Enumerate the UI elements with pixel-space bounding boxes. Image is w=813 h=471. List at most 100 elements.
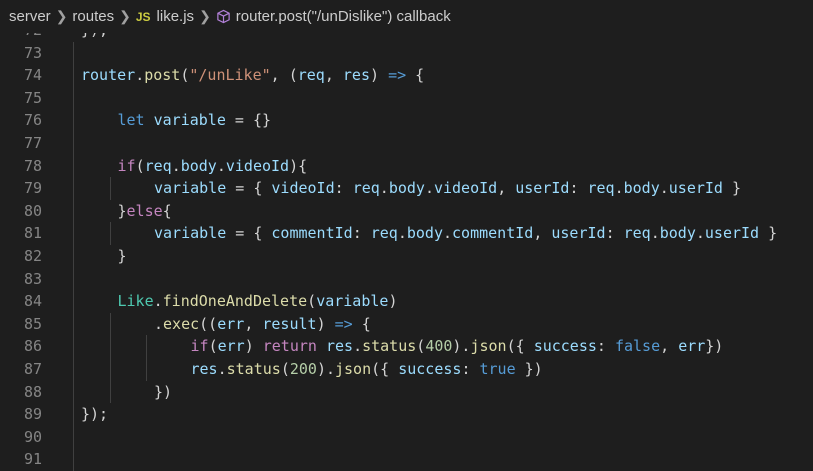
method-cube-icon <box>216 9 231 24</box>
indent-guide <box>73 425 74 449</box>
code-token: json <box>470 337 507 356</box>
code-token: , <box>497 179 516 198</box>
code-token: }); <box>81 405 109 424</box>
code-token: = { <box>226 224 272 243</box>
breadcrumb-item-file[interactable]: like.js <box>157 8 195 25</box>
code-token: ) <box>316 314 335 333</box>
code-line[interactable]: 91 <box>0 448 813 471</box>
chevron-right-icon: ❯ <box>55 8 68 24</box>
code-text: variable = { commentId: req.body.comment… <box>154 222 777 245</box>
breadcrumb-item-routes[interactable]: routes <box>72 8 114 25</box>
code-token: => <box>388 66 407 85</box>
code-token: body <box>180 156 217 175</box>
line-number: 83 <box>23 269 42 288</box>
code-token: videoId <box>433 179 498 198</box>
line-number: 73 <box>23 43 42 62</box>
code-token: , <box>533 224 552 243</box>
indent-guide <box>73 380 74 404</box>
code-line[interactable]: 84 Like.findOneAndDelete(variable) <box>0 290 813 313</box>
line-number: 84 <box>23 292 42 311</box>
code-line[interactable]: 80}else{ <box>0 199 813 223</box>
code-token: (( <box>199 314 218 333</box>
code-line[interactable]: 78 if(req.body.videoId){ <box>0 154 813 178</box>
code-token: }) <box>515 359 543 378</box>
code-token: json <box>335 359 372 378</box>
code-line[interactable]: 90 <box>0 425 813 449</box>
code-token: res <box>342 66 370 85</box>
code-token: router <box>81 66 136 85</box>
code-line[interactable]: 87 res.status(200).json({ success: true }… <box>0 357 813 381</box>
code-token: ) <box>388 292 398 311</box>
chevron-right-icon: ❯ <box>199 8 211 24</box>
code-line[interactable]: 75 <box>0 86 813 110</box>
code-token: . <box>443 224 453 243</box>
code-token: userId <box>515 179 570 198</box>
code-token: body <box>406 224 443 243</box>
line-number: 90 <box>23 427 42 446</box>
code-editor[interactable]: 72});73 74router.post("/unLike", (req, re… <box>0 33 813 471</box>
code-line[interactable]: 72}); <box>0 33 813 42</box>
code-line[interactable]: 83 <box>0 267 813 291</box>
code-line[interactable]: 86 if(err) return res.status(400).json({ … <box>0 335 813 358</box>
indent-guide <box>73 64 74 87</box>
code-text: }); <box>81 403 108 426</box>
code-token: ). <box>316 359 335 378</box>
breadcrumb-item-symbol[interactable]: router.post("/unDislike") callback <box>236 8 451 25</box>
breadcrumb-item-server[interactable]: server <box>9 8 51 25</box>
code-token: true <box>479 359 516 378</box>
code-line[interactable]: 74 router.post("/unLike", (req, res) => { <box>0 64 813 87</box>
code-line[interactable]: 81 variable = { commentId: req.body.comme… <box>0 222 813 245</box>
code-text: router.post("/unLike", (req, res) => { <box>81 64 424 87</box>
code-token: req <box>297 66 325 85</box>
indent-guide <box>73 177 74 200</box>
code-token: = {} <box>225 111 272 130</box>
code-token: }) <box>705 337 724 356</box>
indent-guide <box>73 86 74 110</box>
code-token: . <box>650 224 660 243</box>
code-lines: 72});73 74router.post("/unLike", (req, re… <box>0 33 813 471</box>
code-token: : <box>334 179 353 198</box>
code-token: status <box>226 359 281 378</box>
code-token: { <box>352 314 371 333</box>
code-line[interactable]: 73 <box>0 41 813 65</box>
indent-guide <box>73 109 74 132</box>
code-token: ){ <box>289 156 308 175</box>
line-number: 79 <box>23 179 42 198</box>
code-token: variable <box>154 224 227 243</box>
code-token: findOneAndDelete <box>162 292 308 311</box>
code-token: req <box>352 179 380 198</box>
indent-guide <box>109 335 111 358</box>
code-token: exec <box>163 314 200 333</box>
code-token: body <box>623 179 660 198</box>
code-line[interactable]: 82} <box>0 244 813 268</box>
indent-guide <box>73 154 74 178</box>
indent-guide <box>109 312 111 336</box>
code-line[interactable]: 88}) <box>0 380 813 404</box>
code-line[interactable]: 79 variable = { videoId: req.body.videoId… <box>0 177 813 200</box>
code-token: ) <box>370 66 389 85</box>
code-token: => <box>334 314 353 333</box>
code-text: if(req.body.videoId){ <box>118 155 308 178</box>
code-text: .exec((err, result) => { <box>154 313 371 336</box>
code-line[interactable]: 89}); <box>0 403 813 426</box>
code-token: variable <box>316 292 389 311</box>
indent-guide <box>73 335 74 358</box>
code-token: : <box>605 224 624 243</box>
code-token: req <box>370 224 398 243</box>
code-token: , <box>660 337 679 356</box>
code-line[interactable]: 85 .exec((err, result) => { <box>0 312 813 336</box>
code-token: success <box>398 359 462 378</box>
code-token: . <box>397 224 407 243</box>
code-token: post <box>144 66 181 85</box>
code-token: else <box>126 201 163 220</box>
line-number: 89 <box>23 405 42 424</box>
code-token: res <box>325 337 354 356</box>
code-text: }); <box>81 33 108 42</box>
code-token: . <box>614 179 624 198</box>
indent-guide <box>73 448 74 471</box>
code-line[interactable]: 77 <box>0 131 813 155</box>
indent-guide <box>73 222 74 245</box>
code-line[interactable]: 76 let variable = {} <box>0 109 813 132</box>
